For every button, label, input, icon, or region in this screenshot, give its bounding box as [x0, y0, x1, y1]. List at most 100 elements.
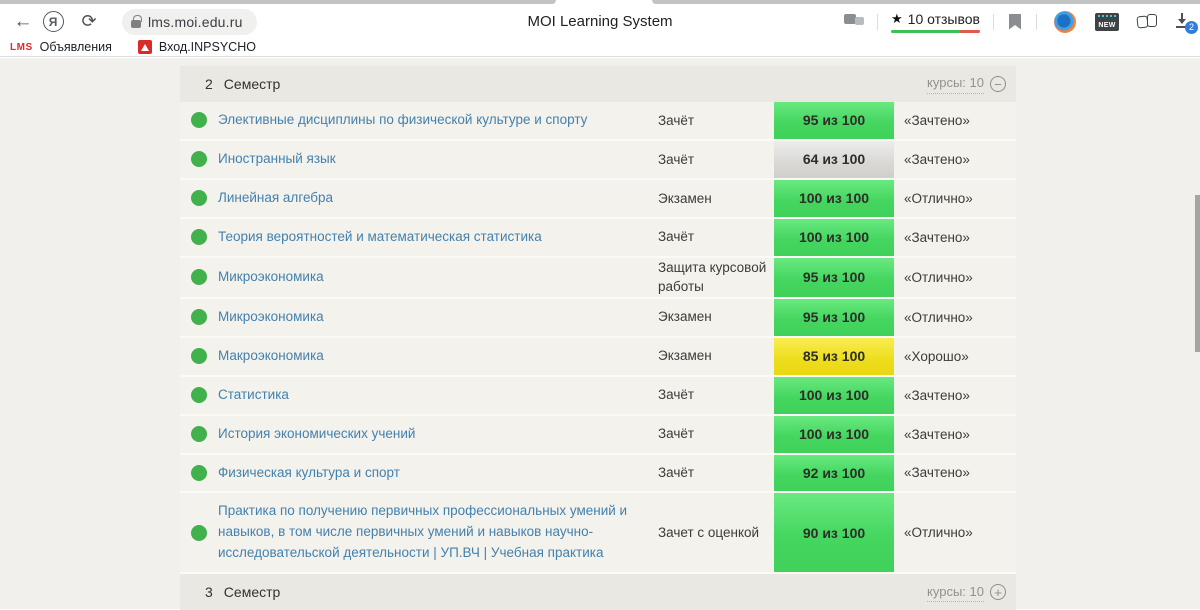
score-badge: 92 из 100 [774, 455, 894, 492]
status-dot-icon [191, 387, 207, 403]
status-cell [180, 299, 218, 336]
table-row: Иностранный языкЗачёт64 из 100«Зачтено» [180, 141, 1016, 180]
status-dot-icon [191, 309, 207, 325]
bookmark-label: Вход.INPSYCHO [159, 40, 256, 54]
divider [1036, 14, 1037, 30]
browser-chrome: ← Я ⟳ lms.moi.edu.ru MOI Learning System… [0, 0, 1200, 58]
semester-number: 2 [205, 76, 213, 92]
bookmarks-bar: LMS Объявления Вход.INPSYCHO [0, 38, 1200, 57]
status-dot-icon [191, 269, 207, 285]
refresh-icon[interactable]: ⟳ [74, 9, 104, 35]
table-row: МикроэкономикаЗащита курсовой работы95 и… [180, 258, 1016, 299]
course-name-cell: Линейная алгебра [218, 180, 658, 217]
exam-type: Экзамен [658, 180, 774, 217]
course-name-cell: Микроэкономика [218, 258, 658, 297]
address-bar[interactable]: lms.moi.edu.ru [122, 9, 257, 35]
table-row: СтатистикаЗачёт100 из 100«Зачтено» [180, 377, 1016, 416]
semester-label: Семестр [224, 584, 281, 600]
exam-type: Зачёт [658, 416, 774, 453]
status-dot-icon [191, 190, 207, 206]
course-name-cell: История экономических учений [218, 416, 658, 453]
chat-icon[interactable] [844, 14, 864, 29]
tabstrip-segment [0, 0, 556, 4]
course-link[interactable]: Практика по получению первичных професси… [218, 501, 648, 564]
status-cell [180, 258, 218, 297]
course-link[interactable]: Микроэкономика [218, 307, 324, 328]
bookmark-icon[interactable] [1009, 14, 1021, 30]
semester-2-header[interactable]: 2 Семестр курсы: 10 − [180, 66, 1016, 102]
course-link[interactable]: Статистика [218, 385, 289, 406]
courses-count-link[interactable]: курсы: 10 [927, 74, 984, 93]
course-rows: Элективные дисциплины по физической куль… [180, 102, 1016, 574]
grade-text: «Зачтено» [894, 219, 1016, 256]
tab-title-text[interactable]: MOI Learning System [527, 13, 672, 30]
bookmark-label: Объявления [40, 40, 112, 54]
status-cell [180, 338, 218, 375]
collapse-icon[interactable]: − [990, 76, 1006, 92]
status-cell [180, 455, 218, 492]
grade-text: «Хорошо» [894, 338, 1016, 375]
exam-type: Экзамен [658, 338, 774, 375]
back-icon[interactable]: ← [8, 9, 38, 35]
browser-profile-icon[interactable] [1054, 11, 1076, 33]
table-row: Линейная алгебра Экзамен100 из 100«Отличн… [180, 180, 1016, 219]
table-row: Теория вероятностей и математическая ста… [180, 219, 1016, 258]
grade-text: «Зачтено» [894, 416, 1016, 453]
url-text: lms.moi.edu.ru [148, 14, 243, 30]
score-badge: 100 из 100 [774, 219, 894, 256]
status-dot-icon [191, 525, 207, 541]
semester-label: Семестр [224, 76, 281, 92]
course-name-cell: Микроэкономика [218, 299, 658, 336]
exam-type: Зачёт [658, 102, 774, 139]
tabstrip-segment [652, 0, 1200, 4]
course-name-cell: Статистика [218, 377, 658, 414]
status-dot-icon [191, 229, 207, 245]
new-feature-icon[interactable]: NEW [1095, 13, 1119, 31]
exam-type: Экзамен [658, 299, 774, 336]
table-row: Макроэкономика Экзамен85 из 100«Хорошо» [180, 338, 1016, 377]
status-dot-icon [191, 348, 207, 364]
inpsycho-favicon [138, 40, 152, 54]
lock-icon [131, 20, 141, 28]
status-cell [180, 416, 218, 453]
courses-count-link[interactable]: курсы: 10 [927, 583, 984, 602]
downloads-icon[interactable]: 2 [1174, 12, 1194, 32]
score-badge: 100 из 100 [774, 180, 894, 217]
course-link[interactable]: Линейная алгебра [218, 188, 333, 209]
yandex-home-button[interactable]: Я [38, 9, 68, 35]
score-badge: 100 из 100 [774, 377, 894, 414]
score-badge: 64 из 100 [774, 141, 894, 178]
course-name-cell: Теория вероятностей и математическая ста… [218, 219, 658, 256]
reviews-rating-button[interactable]: ★ 10 отзывов [891, 11, 980, 33]
course-link[interactable]: Иностранный язык [218, 149, 336, 170]
table-row: Физическая культура и спорт Зачёт92 из 10… [180, 455, 1016, 494]
score-badge: 95 из 100 [774, 102, 894, 139]
course-name-cell: Практика по получению первичных професси… [218, 493, 658, 572]
course-link[interactable]: Макроэкономика [218, 346, 324, 367]
grade-text: «Зачтено» [894, 455, 1016, 492]
page-scrollbar-thumb[interactable] [1195, 195, 1200, 352]
rating-bar [891, 30, 980, 33]
grade-text: «Отлично» [894, 299, 1016, 336]
score-badge: 95 из 100 [774, 258, 894, 297]
download-count-badge: 2 [1185, 21, 1198, 34]
bookmark-item-announcements[interactable]: LMS Объявления [10, 38, 112, 56]
course-link[interactable]: История экономических учений [218, 424, 415, 445]
expand-icon[interactable]: + [990, 584, 1006, 600]
table-row: МикроэкономикаЭкзамен95 из 100«Отлично» [180, 299, 1016, 338]
course-link[interactable]: Теория вероятностей и математическая ста… [218, 227, 542, 248]
yandex-logo-icon: Я [43, 11, 64, 32]
exam-type: Зачёт [658, 455, 774, 492]
score-badge: 85 из 100 [774, 338, 894, 375]
course-link[interactable]: Микроэкономика [218, 267, 324, 288]
semester-3-header[interactable]: 3 Семестр курсы: 10 + [180, 574, 1016, 610]
course-name-cell: Макроэкономика [218, 338, 658, 375]
course-link[interactable]: Элективные дисциплины по физической куль… [218, 110, 587, 131]
bookmark-item-inpsycho[interactable]: Вход.INPSYCHO [138, 38, 256, 56]
course-link[interactable]: Физическая культура и спорт [218, 463, 400, 484]
grade-text: «Отлично» [894, 180, 1016, 217]
exam-type: Зачёт [658, 219, 774, 256]
status-cell [180, 180, 218, 217]
collections-icon[interactable] [1137, 14, 1157, 30]
status-cell [180, 493, 218, 572]
